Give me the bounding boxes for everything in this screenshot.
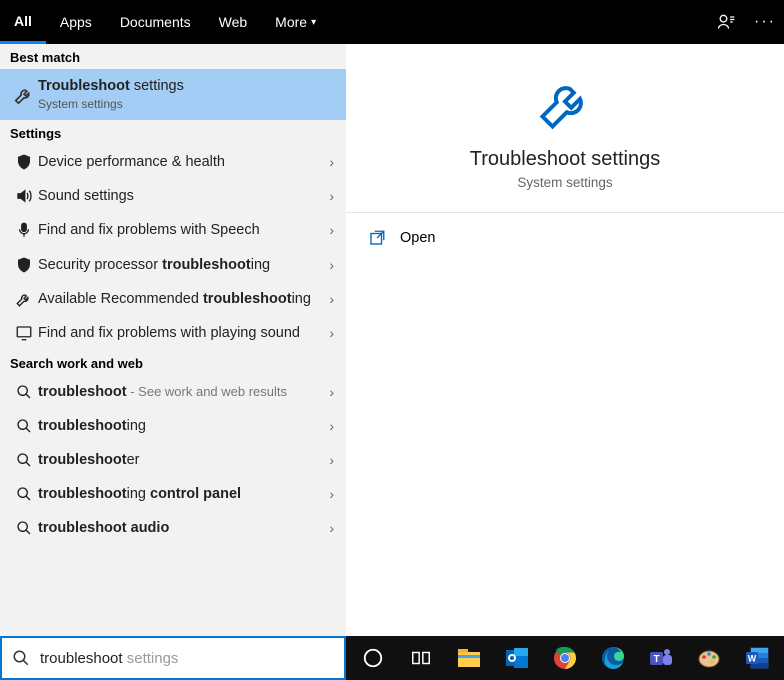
taskbar-chrome[interactable] [542,636,588,680]
taskbar-paint[interactable] [686,636,732,680]
taskbar-edge[interactable] [590,636,636,680]
tab-documents[interactable]: Documents [106,0,205,44]
settings-item-device-health[interactable]: Device performance & health › [0,145,346,179]
taskbar-teams[interactable]: T [638,636,684,680]
search-icon [12,649,30,667]
monitor-icon [10,324,38,342]
search-scope-tabbar: All Apps Documents Web More ▾ ··· [0,0,784,44]
settings-item-security-processor[interactable]: Security processor troubleshooting › [0,248,346,282]
shield-icon [10,153,38,171]
tab-web[interactable]: Web [205,0,262,44]
settings-item-speech[interactable]: Find and fix problems with Speech › [0,213,346,247]
chevron-right-icon: › [329,291,334,307]
tab-more[interactable]: More ▾ [261,0,330,44]
feedback-icon[interactable] [716,12,736,32]
search-icon [10,486,38,502]
best-match-title-bold: Troubleshoot [38,78,130,94]
taskbar-outlook[interactable] [494,636,540,680]
chevron-right-icon: › [329,325,334,341]
search-icon [10,418,38,434]
web-item-3[interactable]: troubleshooting control panel › [0,477,346,511]
web-item-2[interactable]: troubleshooter › [0,443,346,477]
search-icon [10,520,38,536]
detail-panel: Troubleshoot settings System settings Op… [346,44,784,636]
chevron-right-icon: › [329,257,334,273]
web-item-4[interactable]: troubleshoot audio › [0,511,346,545]
taskbar-explorer[interactable] [446,636,492,680]
chevron-right-icon: › [329,222,334,238]
group-settings: Settings [0,120,346,145]
detail-title: Troubleshoot settings [366,148,764,171]
chevron-right-icon: › [329,486,334,502]
svg-text:T: T [653,654,659,665]
open-label: Open [400,230,435,246]
wrench-icon [10,290,38,308]
tab-all[interactable]: All [0,0,46,44]
chevron-right-icon: › [329,154,334,170]
mic-icon [10,221,38,239]
open-icon [368,229,386,247]
chevron-right-icon: › [329,384,334,400]
search-input[interactable] [38,650,334,667]
group-best-match: Best match [0,44,346,69]
web-item-0[interactable]: troubleshoot - See work and web results … [0,375,346,409]
taskbar: T W [346,636,784,680]
detail-subtitle: System settings [366,175,764,190]
chevron-right-icon: › [329,452,334,468]
chevron-down-icon: ▾ [311,17,316,28]
best-match-result[interactable]: Troubleshoot settings System settings [0,69,346,120]
wrench-icon [535,74,595,134]
taskbar-cortana[interactable] [350,636,396,680]
open-action[interactable]: Open [346,213,784,263]
tab-apps[interactable]: Apps [46,0,106,44]
chevron-right-icon: › [329,418,334,434]
taskbar-taskview[interactable] [398,636,444,680]
search-icon [10,384,38,400]
chevron-right-icon: › [329,520,334,536]
shield-icon [10,256,38,274]
results-panel: Best match Troubleshoot settings System … [0,44,346,636]
svg-text:W: W [748,654,757,664]
more-options-icon[interactable]: ··· [754,13,776,31]
search-box[interactable]: troubleshoot settings [0,636,346,680]
best-match-subtitle: System settings [38,97,328,112]
wrench-icon [10,84,38,106]
taskbar-word[interactable]: W [734,636,780,680]
sound-icon [10,187,38,205]
tab-more-label: More [275,14,307,30]
group-web: Search work and web [0,350,346,375]
settings-item-playing-sound[interactable]: Find and fix problems with playing sound… [0,316,346,350]
search-icon [10,452,38,468]
settings-item-recommended[interactable]: Available Recommended troubleshooting › [0,282,346,316]
best-match-title-rest: settings [130,78,184,94]
settings-item-sound[interactable]: Sound settings › [0,179,346,213]
web-item-1[interactable]: troubleshooting › [0,409,346,443]
chevron-right-icon: › [329,188,334,204]
